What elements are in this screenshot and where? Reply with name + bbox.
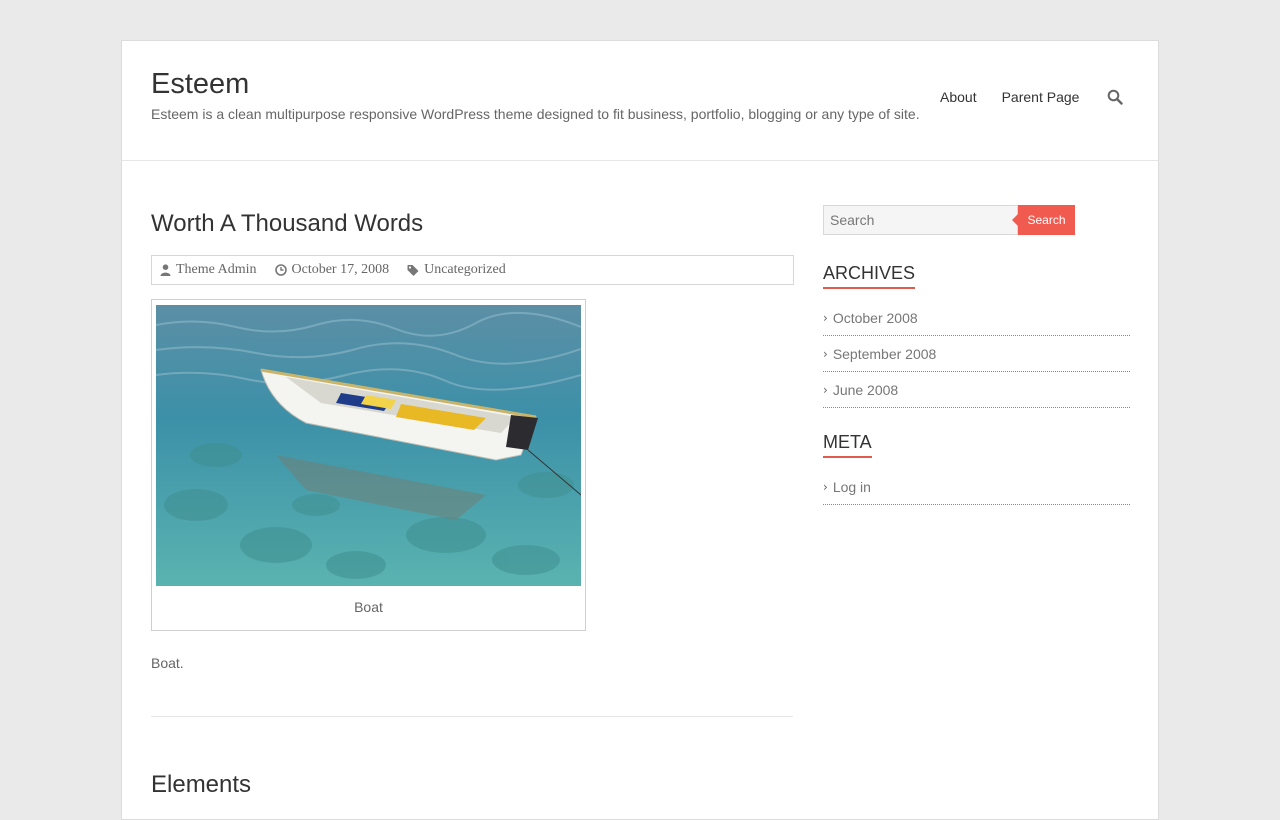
archives-title: ARCHIVES bbox=[823, 263, 916, 289]
site-description: Esteem is a clean multipurpose responsiv… bbox=[151, 106, 920, 122]
search-icon[interactable] bbox=[1107, 89, 1124, 105]
list-item[interactable]: › September 2008 bbox=[823, 336, 1130, 372]
post-author-label: Theme Admin bbox=[176, 262, 257, 277]
chevron-right-icon: › bbox=[823, 479, 828, 494]
post-divider bbox=[151, 716, 793, 717]
main-navigation: About Parent Page bbox=[940, 89, 1124, 105]
site-title[interactable]: Esteem bbox=[151, 68, 249, 101]
nav-parent-page[interactable]: Parent Page bbox=[1002, 89, 1080, 105]
post-figure: Boat bbox=[151, 299, 586, 631]
post-title[interactable]: Worth A Thousand Words bbox=[151, 210, 423, 238]
meta-title: META bbox=[823, 432, 872, 458]
chevron-right-icon: › bbox=[823, 310, 828, 325]
archive-link-label: September 2008 bbox=[832, 345, 937, 362]
post-author[interactable]: Theme Admin bbox=[160, 262, 257, 278]
image-caption: Boat bbox=[354, 599, 383, 615]
meta-list: › Log in bbox=[823, 469, 1130, 505]
user-icon bbox=[160, 264, 171, 276]
list-item[interactable]: › Log in bbox=[823, 469, 1130, 505]
nav-about[interactable]: About bbox=[940, 89, 977, 105]
list-item[interactable]: › June 2008 bbox=[823, 372, 1130, 408]
search-input[interactable] bbox=[823, 205, 1018, 235]
meta-link-label: Log in bbox=[832, 478, 871, 495]
sidebar-search-form: Search bbox=[823, 205, 1075, 235]
post-meta-bar: Theme Admin October 17, 2008 Uncategoriz… bbox=[151, 255, 794, 285]
site-header: Esteem Esteem is a clean multipurpose re… bbox=[122, 41, 1158, 161]
tag-icon bbox=[407, 265, 419, 276]
list-item[interactable]: › October 2008 bbox=[823, 300, 1130, 336]
post-category-label: Uncategorized bbox=[424, 262, 506, 277]
archive-link-label: October 2008 bbox=[832, 309, 918, 326]
chevron-right-icon: › bbox=[823, 346, 828, 361]
search-button[interactable]: Search bbox=[1012, 205, 1075, 235]
post-date[interactable]: October 17, 2008 bbox=[274, 262, 390, 278]
chevron-right-icon: › bbox=[823, 382, 828, 397]
boat-image[interactable] bbox=[156, 305, 581, 586]
archives-list: › October 2008 › September 2008 › June 2008 bbox=[823, 300, 1130, 408]
archive-link-label: June 2008 bbox=[832, 381, 899, 398]
next-post-title[interactable]: Elements bbox=[151, 771, 251, 799]
clock-icon bbox=[274, 264, 287, 276]
post-excerpt: Boat. bbox=[151, 655, 184, 671]
post-category[interactable]: Uncategorized bbox=[407, 262, 506, 278]
page-container: Esteem Esteem is a clean multipurpose re… bbox=[121, 40, 1159, 820]
post-date-label: October 17, 2008 bbox=[291, 262, 390, 277]
